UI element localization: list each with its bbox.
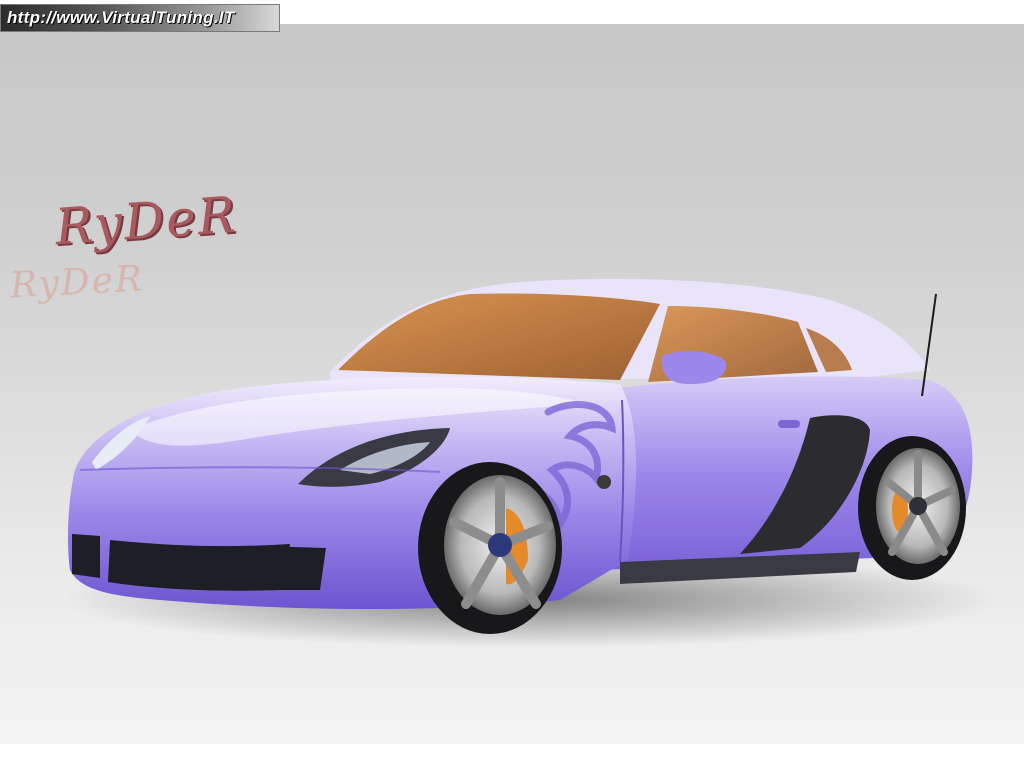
badge-icon [597, 475, 611, 489]
door-handle [778, 420, 800, 428]
left-intake [72, 534, 100, 578]
windshield [338, 293, 660, 380]
right-intake [258, 546, 326, 590]
car-illustration [60, 278, 1000, 648]
rear-wheel [858, 436, 966, 580]
front-wheel [418, 462, 562, 634]
side-mirror [661, 351, 727, 384]
